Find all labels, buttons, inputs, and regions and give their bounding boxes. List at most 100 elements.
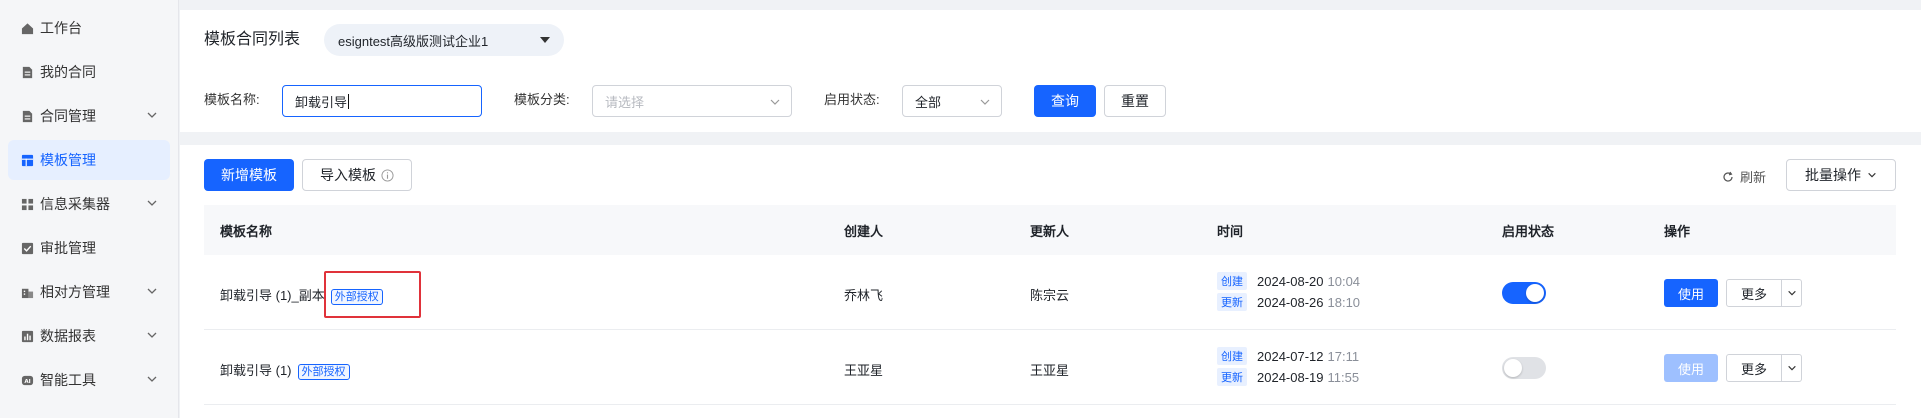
add-template-button[interactable]: 新增模板: [204, 159, 294, 191]
column-header-actions: 操作: [1664, 224, 1691, 239]
query-button[interactable]: 查询: [1034, 85, 1096, 117]
chevron-down-icon: [147, 112, 157, 118]
created-date: 2024-08-20: [1257, 273, 1324, 289]
filter-panel: 模板合同列表 esigntest高级版测试企业1 模板名称: 卸载引导 模板分类…: [180, 10, 1921, 132]
template-name: 卸载引导 (1): [220, 363, 292, 378]
template-category-select[interactable]: 请选择: [592, 85, 792, 117]
refresh-button[interactable]: 刷新: [1722, 167, 1766, 186]
creator-cell: 乔林飞: [844, 288, 884, 303]
chevron-down-icon: [1787, 290, 1796, 296]
chevron-down-icon: [147, 376, 157, 382]
main-content: 模板合同列表 esigntest高级版测试企业1 模板名称: 卸载引导 模板分类…: [180, 0, 1921, 418]
document-icon: [20, 109, 34, 123]
more-dropdown-button[interactable]: [1782, 279, 1802, 307]
table-row: 卸载引导 (1)_副本 外部授权 乔林飞 陈宗云 创建 2024-08-20 10…: [204, 255, 1896, 330]
page-title: 模板合同列表: [204, 31, 301, 48]
created-clock: 17:11: [1327, 348, 1360, 364]
highlight-annotation-box: [324, 271, 421, 318]
created-badge: 创建: [1217, 347, 1247, 365]
sidebar-item-smart-tools[interactable]: AI 智能工具: [8, 360, 170, 400]
batch-operation-label: 批量操作: [1805, 167, 1861, 183]
sidebar-item-label: 模板管理: [40, 152, 96, 168]
batch-operation-button[interactable]: 批量操作: [1786, 159, 1896, 191]
column-header-name: 模板名称: [220, 224, 273, 239]
updater-cell: 陈宗云: [1030, 288, 1070, 303]
more-button[interactable]: 更多: [1726, 354, 1782, 382]
sidebar-item-label: 合同管理: [40, 108, 96, 124]
chevron-down-icon: [147, 332, 157, 338]
template-name: 卸载引导 (1)_副本: [220, 288, 325, 303]
sidebar-item-label: 智能工具: [40, 372, 96, 388]
refresh-icon: [1723, 171, 1733, 182]
import-template-button[interactable]: 导入模板: [302, 159, 412, 191]
creator-cell: 王亚星: [844, 363, 884, 378]
info-icon: [381, 168, 394, 182]
import-template-label: 导入模板: [320, 167, 376, 183]
created-time: 创建 2024-07-12 17:11: [1217, 347, 1359, 365]
use-button[interactable]: 使用: [1664, 354, 1718, 382]
created-time: 创建 2024-08-20 10:04: [1217, 272, 1360, 290]
created-clock: 10:04: [1327, 273, 1361, 289]
updated-date: 2024-08-26: [1257, 294, 1324, 310]
template-name-input[interactable]: 卸载引导: [282, 85, 482, 117]
caret-down-icon: [540, 37, 550, 43]
chevron-down-icon: [770, 99, 780, 105]
table-row: 卸载引导 (1) 外部授权 王亚星 王亚星 创建 2024-07-12 17:11…: [204, 330, 1896, 405]
refresh-label: 刷新: [1739, 170, 1766, 185]
sidebar-item-data-reports[interactable]: 数据报表: [8, 316, 170, 356]
sidebar-item-approval-management[interactable]: 审批管理: [8, 228, 170, 268]
text-cursor: [348, 93, 350, 109]
sidebar-item-contract-management[interactable]: 合同管理: [8, 96, 170, 136]
ai-icon: AI: [20, 373, 34, 387]
template-name-label: 模板名称:: [204, 92, 260, 107]
created-date: 2024-07-12: [1257, 348, 1324, 364]
toggle-knob: [1526, 284, 1544, 302]
use-button[interactable]: 使用: [1664, 279, 1718, 307]
chevron-down-icon: [1787, 365, 1796, 371]
status-filter-label: 启用状态:: [824, 92, 880, 107]
updated-date: 2024-08-19: [1257, 369, 1324, 385]
column-header-updater: 更新人: [1030, 224, 1070, 239]
table-panel: 新增模板 导入模板 刷新 批量操作 模板名称 创建人 更新人 时间 启用状态 操…: [180, 145, 1921, 418]
more-button[interactable]: 更多: [1726, 279, 1782, 307]
sidebar-item-info-collector[interactable]: 信息采集器: [8, 184, 170, 224]
org-select-value: esigntest高级版测试企业1: [338, 33, 489, 49]
sidebar-item-workbench[interactable]: 工作台: [8, 8, 170, 48]
sidebar-item-label: 工作台: [40, 20, 82, 36]
sidebar-item-label: 相对方管理: [40, 284, 110, 300]
column-header-status: 启用状态: [1502, 224, 1555, 239]
enable-toggle[interactable]: [1502, 357, 1546, 379]
updated-clock: 11:55: [1327, 369, 1360, 385]
template-name-input-value: 卸载引导: [295, 94, 348, 110]
updater-cell: 王亚星: [1030, 363, 1070, 378]
sidebar-item-my-contracts[interactable]: 我的合同: [8, 52, 170, 92]
sidebar: 工作台 我的合同 合同管理 模板管理 信息采集器 审批管理 相对方管理 数据报表…: [0, 0, 179, 418]
sidebar-item-label: 数据报表: [40, 328, 96, 344]
created-badge: 创建: [1217, 272, 1247, 290]
column-header-creator: 创建人: [844, 224, 884, 239]
template-icon: [20, 153, 34, 167]
time-cell: 创建 2024-07-12 17:11 更新 2024-08-19 11:55: [1217, 347, 1417, 389]
time-cell: 创建 2024-08-20 10:04 更新 2024-08-26 18:10: [1217, 272, 1417, 314]
building-icon: [20, 285, 34, 299]
template-category-placeholder: 请选择: [605, 94, 645, 110]
sidebar-item-template-management[interactable]: 模板管理: [8, 140, 170, 180]
status-filter-select[interactable]: 全部: [902, 85, 1002, 117]
chevron-down-icon: [147, 288, 157, 294]
template-name-cell[interactable]: 卸载引导 (1) 外部授权: [220, 360, 350, 380]
updated-time: 更新 2024-08-19 11:55: [1217, 368, 1359, 386]
toggle-knob: [1504, 359, 1522, 377]
sidebar-item-counterparty-management[interactable]: 相对方管理: [8, 272, 170, 312]
checkbox-icon: [20, 241, 34, 255]
more-dropdown-button[interactable]: [1782, 354, 1802, 382]
sidebar-item-label: 审批管理: [40, 240, 96, 256]
template-category-label: 模板分类:: [514, 92, 570, 107]
org-select[interactable]: esigntest高级版测试企业1: [324, 24, 564, 56]
enable-toggle[interactable]: [1502, 282, 1546, 304]
updated-clock: 18:10: [1327, 294, 1361, 310]
bar-chart-icon: [20, 329, 34, 343]
table-header: 模板名称 创建人 更新人 时间 启用状态 操作: [204, 205, 1896, 255]
updated-badge: 更新: [1217, 293, 1247, 311]
chevron-down-icon: [1868, 172, 1876, 178]
reset-button[interactable]: 重置: [1104, 85, 1166, 117]
